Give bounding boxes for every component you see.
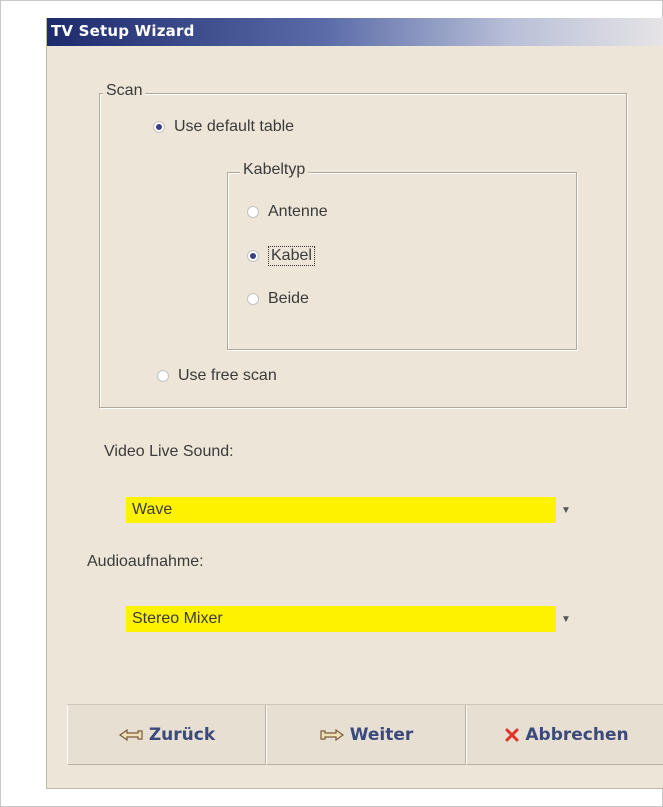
next-button-label: Weiter bbox=[349, 724, 414, 745]
radio-label-beide: Beide bbox=[268, 290, 309, 307]
window-titlebar[interactable]: TV Setup Wizard bbox=[47, 18, 663, 46]
radio-unchecked-indicator[interactable] bbox=[247, 206, 259, 218]
radio-beide[interactable]: Beide bbox=[247, 290, 309, 308]
window-title: TV Setup Wizard bbox=[51, 22, 195, 40]
cable-type-group-legend: Kabeltyp bbox=[240, 161, 309, 179]
radio-use-default-table[interactable]: Use default table bbox=[153, 118, 294, 136]
scan-group-legend: Scan bbox=[103, 82, 146, 100]
radio-label-use-free-scan: Use free scan bbox=[178, 367, 277, 384]
tv-setup-wizard-window: TV Setup Wizard Scan Use default table K… bbox=[46, 18, 663, 789]
radio-kabel[interactable]: Kabel bbox=[247, 246, 315, 266]
radio-label-antenne: Antenne bbox=[268, 203, 328, 220]
hand-pointing-right-icon bbox=[319, 727, 345, 743]
radio-unchecked-indicator[interactable] bbox=[247, 293, 259, 305]
cancel-button-label: Abbrechen bbox=[525, 724, 629, 745]
radio-label-use-default-table: Use default table bbox=[174, 118, 295, 135]
video-live-sound-label: Video Live Sound: bbox=[104, 443, 234, 460]
back-button[interactable]: Zurück bbox=[67, 705, 266, 765]
audio-recording-label: Audioaufnahme: bbox=[87, 553, 204, 570]
hand-pointing-left-icon bbox=[118, 727, 144, 743]
chevron-down-icon[interactable]: ▼ bbox=[559, 606, 573, 632]
audio-recording-select[interactable]: Stereo Mixer bbox=[126, 606, 556, 632]
radio-checked-indicator[interactable] bbox=[247, 250, 259, 262]
back-button-label: Zurück bbox=[148, 724, 216, 745]
radio-antenne[interactable]: Antenne bbox=[247, 203, 328, 221]
radio-unchecked-indicator[interactable] bbox=[157, 370, 169, 382]
radio-label-kabel: Kabel bbox=[268, 246, 315, 266]
chevron-down-icon[interactable]: ▼ bbox=[559, 497, 573, 523]
video-live-sound-select[interactable]: Wave bbox=[126, 497, 556, 523]
radio-use-free-scan[interactable]: Use free scan bbox=[157, 367, 277, 385]
next-button[interactable]: Weiter bbox=[266, 705, 466, 765]
wizard-button-bar: Zurück Weiter Abbrechen bbox=[67, 704, 663, 765]
audio-recording-value: Stereo Mixer bbox=[132, 610, 223, 627]
radio-checked-indicator[interactable] bbox=[153, 121, 165, 133]
x-icon bbox=[504, 727, 520, 743]
video-live-sound-value: Wave bbox=[132, 501, 173, 518]
cancel-button[interactable]: Abbrechen bbox=[466, 705, 663, 765]
